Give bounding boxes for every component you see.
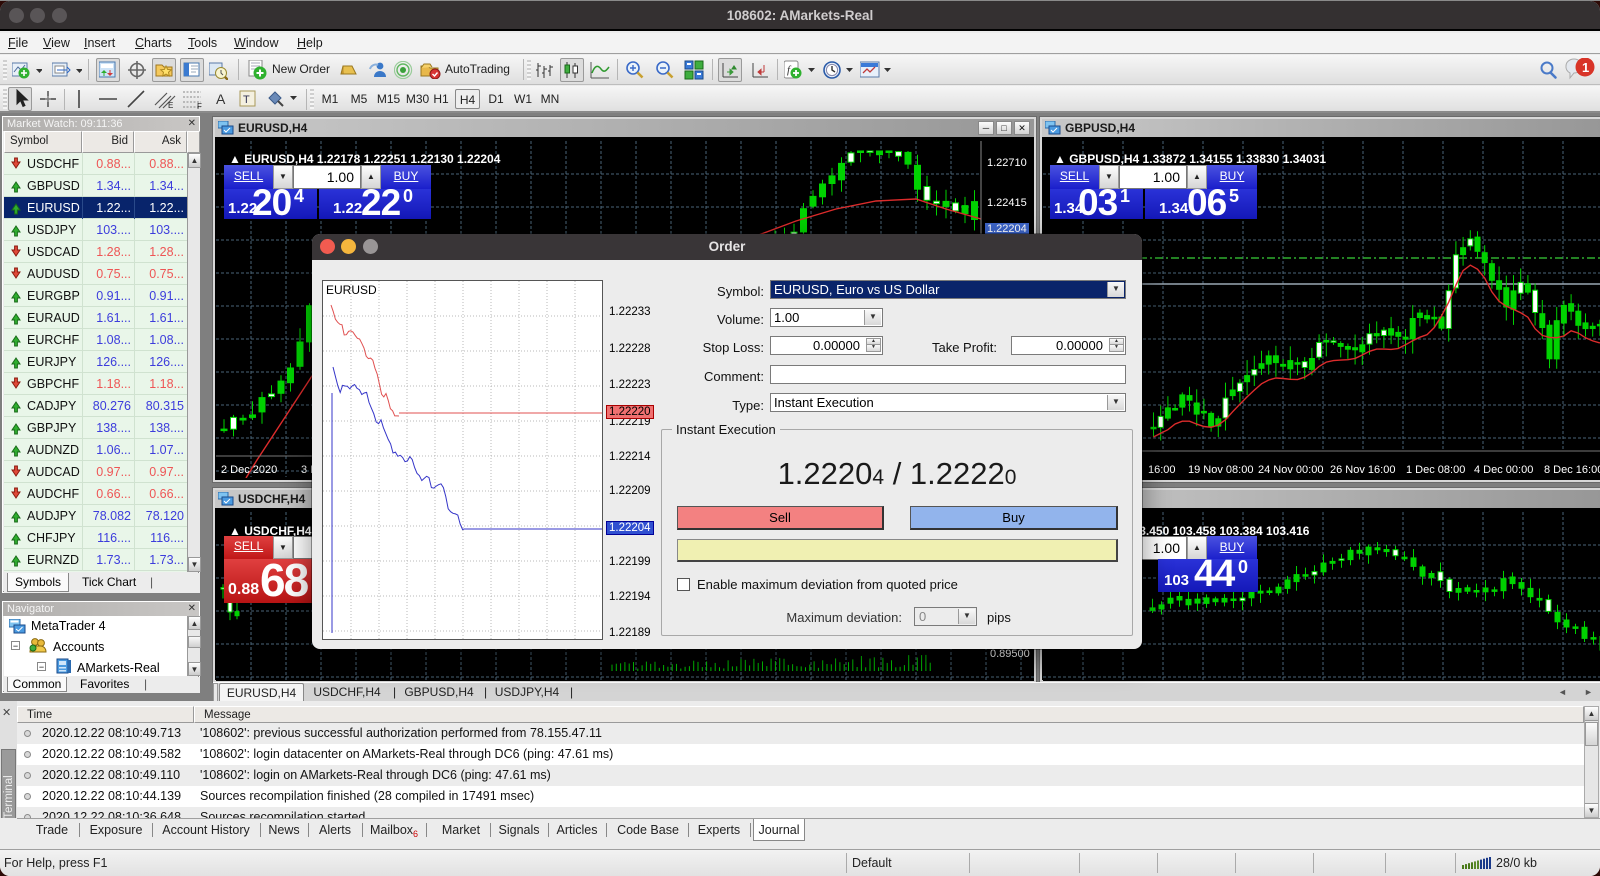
svg-text:1: 1 <box>1582 60 1589 75</box>
svg-text:F: F <box>197 102 202 109</box>
svg-text:T: T <box>243 94 250 106</box>
svg-text:E: E <box>168 101 173 109</box>
